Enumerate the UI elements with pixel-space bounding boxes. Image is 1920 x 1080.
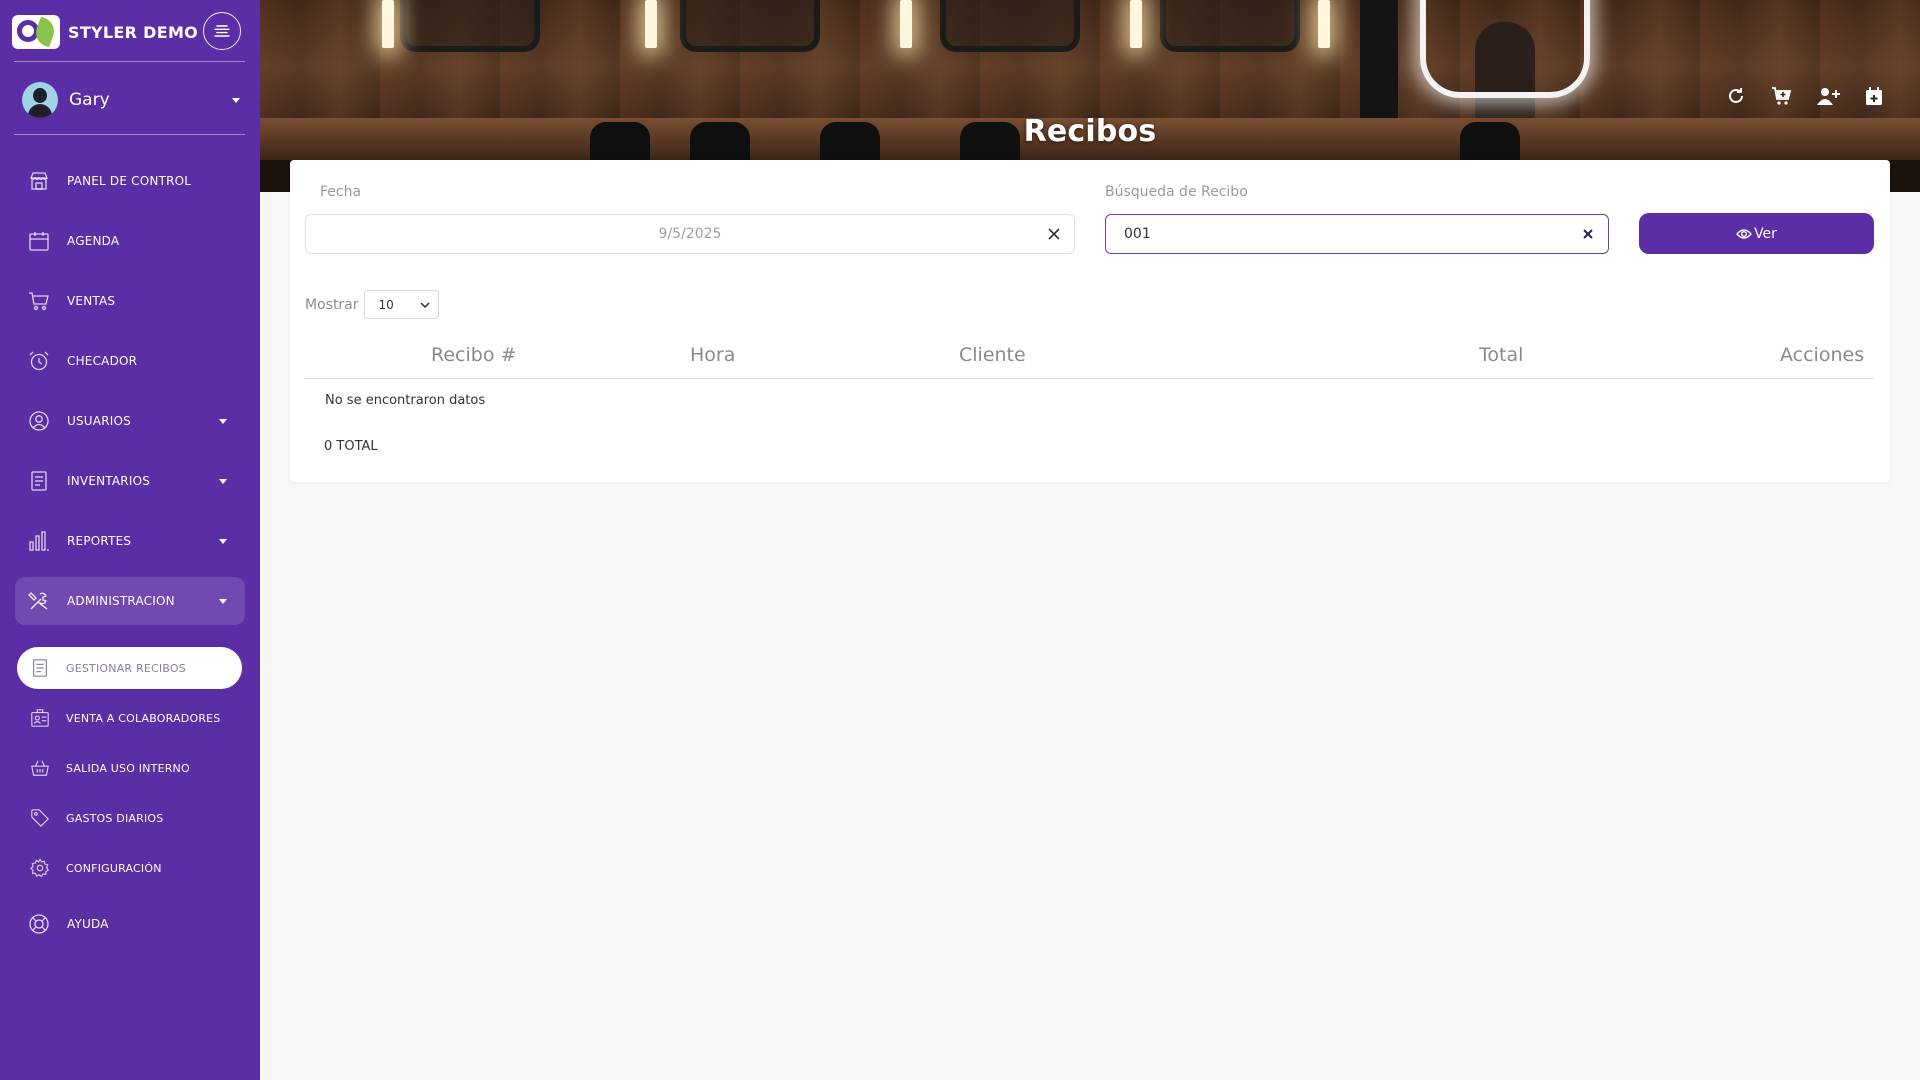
light-decoration bbox=[1130, 0, 1142, 48]
sidebar-item-label: INVENTARIOS bbox=[67, 474, 151, 488]
mirror-decoration bbox=[1160, 0, 1300, 52]
light-decoration bbox=[900, 0, 912, 48]
header-actions bbox=[1724, 84, 1886, 108]
menu-lines-icon bbox=[214, 25, 230, 37]
alarm-clock-icon bbox=[28, 350, 50, 372]
light-decoration bbox=[1318, 0, 1330, 48]
light-decoration bbox=[382, 0, 394, 48]
sidebar-item-usuarios[interactable]: USUARIOS bbox=[15, 397, 245, 445]
user-circle-icon bbox=[28, 410, 50, 432]
view-button[interactable]: Ver bbox=[1639, 213, 1874, 254]
ring-light-decoration bbox=[1420, 0, 1590, 98]
brand-logo bbox=[12, 15, 60, 49]
chevron-down-icon bbox=[219, 538, 227, 544]
column-header[interactable]: Total bbox=[1479, 344, 1523, 366]
chevron-down-icon bbox=[232, 97, 240, 103]
sidebar-item-label: GASTOS DIARIOS bbox=[66, 811, 164, 825]
column-header[interactable]: Recibo # bbox=[431, 344, 516, 366]
sidebar-item-label: PANEL DE CONTROL bbox=[67, 174, 192, 188]
store-icon bbox=[28, 170, 50, 192]
clear-date-icon[interactable] bbox=[1034, 227, 1074, 241]
basket-icon bbox=[29, 757, 51, 779]
sidebar-subitem-gastos-diarios[interactable]: GASTOS DIARIOS bbox=[17, 797, 242, 839]
sidebar-subitem-gestionar-recibos[interactable]: GESTIONAR RECIBOS bbox=[17, 647, 242, 689]
view-button-label: Ver bbox=[1754, 225, 1777, 242]
avatar bbox=[22, 82, 58, 118]
page-size-control: Mostrar 10 bbox=[305, 290, 439, 319]
sidebar-item-label: CHECADOR bbox=[67, 354, 138, 368]
light-decoration bbox=[645, 0, 657, 48]
page-size-value: 10 bbox=[378, 297, 394, 312]
chevron-down-icon bbox=[219, 478, 227, 484]
chevron-down-icon bbox=[219, 418, 227, 424]
sidebar-item-reportes[interactable]: REPORTES bbox=[15, 517, 245, 565]
total-count: 0 TOTAL bbox=[324, 439, 378, 454]
sidebar-item-checador[interactable]: CHECADOR bbox=[15, 337, 245, 385]
sidebar-subitem-salida-uso-interno[interactable]: SALIDA USO INTERNO bbox=[17, 747, 242, 789]
sidebar-item-label: GESTIONAR RECIBOS bbox=[66, 661, 186, 675]
sidebar-item-agenda[interactable]: AGENDA bbox=[15, 217, 245, 265]
sidebar-item-administracion[interactable]: ADMINISTRACION bbox=[15, 577, 245, 625]
column-header[interactable]: Acciones bbox=[1780, 344, 1864, 366]
chevron-down-icon bbox=[219, 598, 227, 604]
receipts-card: Fecha 9/5/2025 Búsqueda de Recibo 001 Ve… bbox=[290, 160, 1890, 482]
sidebar-subitem-configuracion[interactable]: CONFIGURACIÓN bbox=[17, 847, 242, 889]
brand-name: STYLER DEMO bbox=[68, 22, 199, 42]
sidebar-divider bbox=[14, 134, 245, 135]
column-header[interactable]: Hora bbox=[690, 344, 735, 366]
search-label: Búsqueda de Recibo bbox=[1105, 184, 1248, 200]
mirror-decoration bbox=[400, 0, 540, 52]
user-menu[interactable]: Gary bbox=[22, 82, 240, 118]
id-badge-icon bbox=[29, 707, 51, 729]
receipt-icon bbox=[29, 657, 51, 679]
cart-add-icon[interactable] bbox=[1770, 84, 1794, 108]
column-header[interactable]: Cliente bbox=[959, 344, 1026, 366]
empty-message: No se encontraron datos bbox=[325, 393, 486, 408]
sidebar-item-label: AGENDA bbox=[67, 234, 120, 248]
sidebar-item-label: SALIDA USO INTERNO bbox=[66, 761, 190, 775]
page-size-select[interactable]: 10 bbox=[363, 290, 439, 319]
sidebar-item-label: AYUDA bbox=[67, 917, 109, 931]
date-label: Fecha bbox=[320, 184, 362, 200]
add-user-icon[interactable] bbox=[1816, 84, 1840, 108]
sidebar-item-label: CONFIGURACIÓN bbox=[66, 861, 162, 875]
sidebar-item-label: VENTA A COLABORADORES bbox=[66, 711, 221, 725]
document-list-icon bbox=[28, 470, 50, 492]
sidebar: STYLER DEMO Gary PANEL DE CONTROL AGENDA… bbox=[0, 0, 260, 1080]
sidebar-item-ayuda[interactable]: AYUDA bbox=[15, 900, 245, 948]
sidebar-item-panel-de-control[interactable]: PANEL DE CONTROL bbox=[15, 157, 245, 205]
chevron-down-icon bbox=[420, 301, 430, 308]
user-name: Gary bbox=[69, 90, 110, 110]
calendar-add-icon[interactable] bbox=[1862, 84, 1886, 108]
sidebar-item-label: REPORTES bbox=[67, 534, 132, 548]
settings-icon bbox=[29, 857, 51, 879]
lifebuoy-icon bbox=[28, 913, 50, 935]
sidebar-item-label: VENTAS bbox=[67, 294, 116, 308]
sidebar-subitem-venta-a-colaboradores[interactable]: VENTA A COLABORADORES bbox=[17, 697, 242, 739]
menu-toggle-button[interactable] bbox=[203, 12, 241, 50]
sidebar-divider bbox=[14, 61, 245, 62]
clear-search-icon[interactable] bbox=[1568, 229, 1608, 239]
mirror-decoration bbox=[940, 0, 1080, 52]
tag-icon bbox=[29, 807, 51, 829]
table-header: Recibo # Hora Cliente Total Acciones bbox=[305, 332, 1874, 379]
page-title: Recibos bbox=[1023, 114, 1157, 149]
show-label: Mostrar bbox=[305, 296, 359, 313]
sidebar-item-ventas[interactable]: VENTAS bbox=[15, 277, 245, 325]
receipt-search-input[interactable]: 001 bbox=[1105, 214, 1609, 254]
sidebar-item-label: USUARIOS bbox=[67, 414, 131, 428]
search-value: 001 bbox=[1124, 226, 1151, 242]
date-value: 9/5/2025 bbox=[658, 226, 722, 242]
brand[interactable]: STYLER DEMO bbox=[12, 14, 198, 50]
date-field[interactable]: 9/5/2025 bbox=[305, 214, 1075, 254]
sidebar-item-inventarios[interactable]: INVENTARIOS bbox=[15, 457, 245, 505]
tools-icon bbox=[28, 590, 50, 612]
sidebar-item-label: ADMINISTRACION bbox=[67, 594, 175, 608]
mirror-decoration bbox=[680, 0, 820, 52]
cart-icon bbox=[28, 290, 50, 312]
eye-icon bbox=[1736, 228, 1752, 239]
refresh-icon[interactable] bbox=[1724, 84, 1748, 108]
bar-chart-icon bbox=[28, 530, 50, 552]
calendar-icon bbox=[28, 230, 50, 252]
